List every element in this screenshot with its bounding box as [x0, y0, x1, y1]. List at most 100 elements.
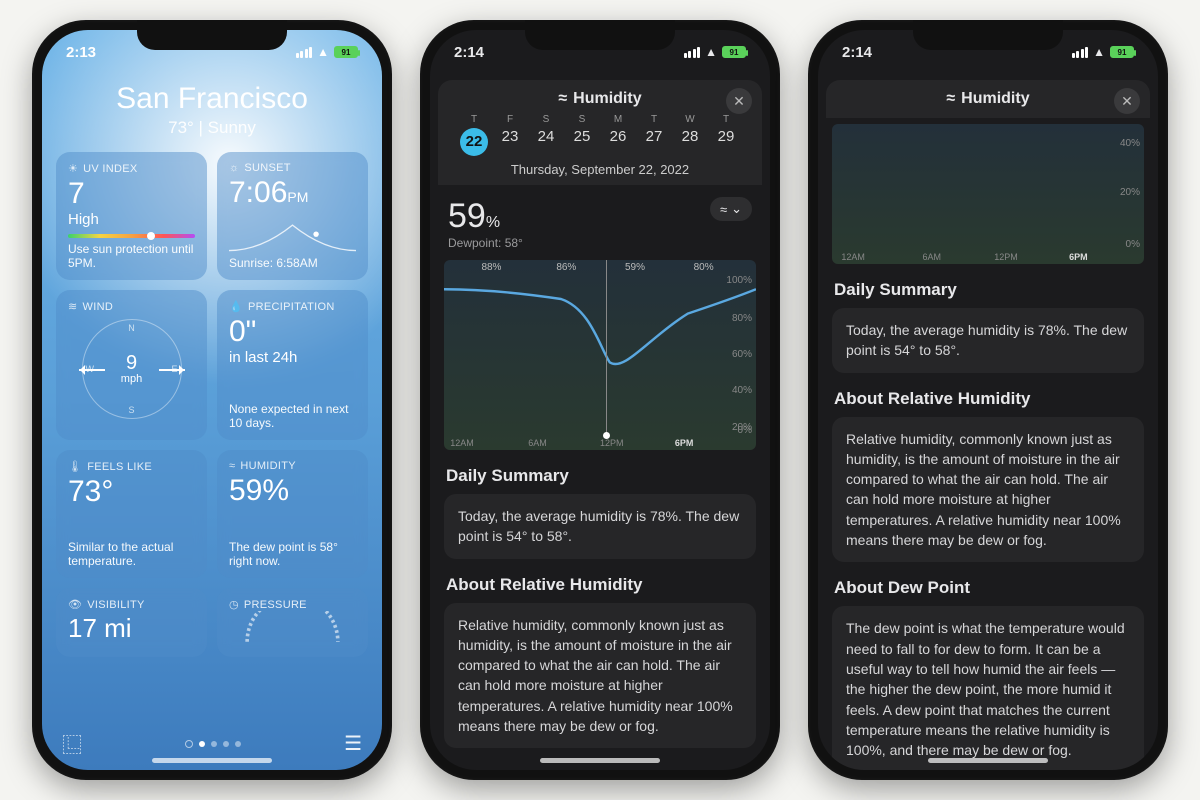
tile-header: UV INDEX — [83, 163, 137, 175]
tile-footer: Sunrise: 6:58AM — [229, 256, 356, 270]
home-indicator[interactable] — [928, 758, 1048, 763]
tile-footer: Similar to the actual temperature. — [68, 540, 195, 568]
page-dots[interactable] — [185, 740, 241, 748]
close-button[interactable]: ✕ — [726, 88, 752, 114]
tile-header: PRESSURE — [244, 599, 307, 611]
metric-picker[interactable]: ≈⌄ — [710, 197, 752, 221]
tile-header: SUNSET — [244, 162, 290, 174]
cellular-icon — [296, 47, 313, 58]
chevron-down-icon: ⌄ — [731, 201, 742, 217]
tile-header: PRECIPITATION — [248, 301, 335, 313]
droplet-icon: 💧 — [229, 300, 243, 313]
humidity-chart[interactable]: 88% 86% 59% 80% 100%80%60%40%20%0% 12AM6… — [444, 260, 756, 450]
day-selector[interactable]: T22F23S24S25M26T27W28T29 — [450, 108, 750, 156]
battery-icon: 91 — [722, 46, 746, 58]
about-humidity-card: Relative humidity, commonly known just a… — [832, 417, 1144, 563]
wifi-icon: ▲ — [317, 45, 329, 59]
tile-footer: The dew point is 58° right now. — [229, 540, 356, 568]
thermometer-icon: 🌡 — [68, 460, 82, 473]
tile-header: HUMIDITY — [240, 460, 296, 472]
tile-header: VISIBILITY — [87, 599, 144, 611]
tile-header: FEELS LIKE — [87, 461, 152, 473]
sheet-title: Humidity — [573, 90, 641, 108]
humidity-icon: ≈ — [229, 460, 235, 472]
map-icon[interactable]: ⿺ — [62, 729, 82, 758]
notch — [525, 20, 675, 50]
day-25[interactable]: S25 — [564, 114, 600, 156]
section-about-humidity: About Relative Humidity — [446, 575, 754, 595]
status-time: 2:14 — [842, 44, 872, 61]
tile-sub: High — [68, 211, 195, 228]
phone-humidity-detail: 2:14 ▲ 91 ≈ Humidity ✕ T22F23S24S25M26T27… — [420, 20, 780, 780]
status-time: 2:14 — [454, 44, 484, 61]
tile-feels-like[interactable]: 🌡 FEELS LIKE 73° Similar to the actual te… — [56, 450, 207, 578]
eye-icon: 👁 — [68, 598, 82, 611]
notch — [913, 20, 1063, 50]
tile-value: 73° — [68, 475, 195, 509]
tile-humidity[interactable]: ≈HUMIDITY 59% The dew point is 58° right… — [217, 450, 368, 578]
cellular-icon — [684, 47, 701, 58]
wind-icon: ≋ — [68, 300, 78, 313]
sun-icon: ☀︎ — [68, 162, 78, 175]
humidity-icon: ≈ — [720, 202, 727, 217]
tile-sunset[interactable]: ☼SUNSET 7:06PM Sunrise: 6:58AM — [217, 152, 368, 280]
phone-humidity-scrolled: 2:14 ▲ 91 ≈ Humidity ✕ 40%20%0% 12AM6AM12… — [808, 20, 1168, 780]
phone-weather-main: 2:13 ▲ 91 San Francisco 73° | Sunny ☀︎UV… — [32, 20, 392, 780]
sheet-header: ≈ Humidity ✕ T22F23S24S25M26T27W28T29 Thu… — [438, 80, 762, 185]
humidity-sheet-scrolled: 2:14 ▲ 91 ≈ Humidity ✕ 40%20%0% 12AM6AM12… — [818, 30, 1158, 770]
section-about-dewpoint: About Dew Point — [834, 578, 1142, 598]
humidity-sheet: 2:14 ▲ 91 ≈ Humidity ✕ T22F23S24S25M26T27… — [430, 30, 770, 770]
sheet-title: Humidity — [961, 90, 1029, 108]
day-26[interactable]: M26 — [600, 114, 636, 156]
tile-visibility[interactable]: 👁 VISIBILITY 17 mi — [56, 588, 207, 657]
day-22[interactable]: T22 — [456, 114, 492, 156]
section-daily-summary: Daily Summary — [834, 280, 1142, 300]
home-indicator[interactable] — [152, 758, 272, 763]
weather-screen: 2:13 ▲ 91 San Francisco 73° | Sunny ☀︎UV… — [42, 30, 382, 770]
uv-gradient-bar — [68, 234, 195, 238]
home-indicator[interactable] — [540, 758, 660, 763]
notch — [137, 20, 287, 50]
date-full: Thursday, September 22, 2022 — [450, 162, 750, 177]
tile-wind[interactable]: ≋WIND NSEW 9 mph — [56, 290, 207, 440]
tile-value: 7 — [68, 177, 195, 211]
cellular-icon — [1072, 47, 1089, 58]
wifi-icon: ▲ — [705, 45, 717, 59]
battery-icon: 91 — [334, 46, 358, 58]
tile-precipitation[interactable]: 💧PRECIPITATION 0" in last 24h None expec… — [217, 290, 368, 440]
humidity-icon: ≈ — [946, 90, 955, 108]
tile-uv-index[interactable]: ☀︎UV INDEX 7 High Use sun protection unt… — [56, 152, 207, 280]
close-button[interactable]: ✕ — [1114, 88, 1140, 114]
wind-speed: 9 — [126, 353, 137, 373]
current-unit: % — [486, 214, 500, 231]
humidity-mini-chart[interactable]: 40%20%0% 12AM6AM12PM6PM — [832, 124, 1144, 264]
day-29[interactable]: T29 — [708, 114, 744, 156]
day-28[interactable]: W28 — [672, 114, 708, 156]
day-27[interactable]: T27 — [636, 114, 672, 156]
wifi-icon: ▲ — [1093, 45, 1105, 59]
about-humidity-card: Relative humidity, commonly known just a… — [444, 603, 756, 749]
location-name: San Francisco — [42, 82, 382, 116]
battery-icon: 91 — [1110, 46, 1134, 58]
about-dewpoint-card: The dew point is what the temperature wo… — [832, 606, 1144, 770]
wind-unit: mph — [121, 373, 142, 385]
sun-curve — [229, 216, 356, 256]
sunset-icon: ☼ — [229, 162, 239, 174]
now-marker — [606, 260, 607, 436]
tile-footer: None expected in next 10 days. — [229, 402, 356, 430]
day-24[interactable]: S24 — [528, 114, 564, 156]
bottom-bar: ⿺ ☰ — [42, 729, 382, 758]
wind-compass: NSEW 9 mph — [82, 319, 182, 419]
current-humidity: 59 — [448, 197, 486, 235]
day-23[interactable]: F23 — [492, 114, 528, 156]
daily-summary-card: Today, the average humidity is 78%. The … — [832, 308, 1144, 373]
tile-sub: in last 24h — [229, 349, 356, 366]
tile-pressure[interactable]: ◷PRESSURE — [217, 588, 368, 657]
humidity-icon: ≈ — [558, 90, 567, 108]
section-daily-summary: Daily Summary — [446, 466, 754, 486]
tile-value: 17 mi — [68, 613, 195, 644]
weather-summary: 73° | Sunny — [42, 118, 382, 138]
tile-value: 7:06 — [229, 176, 287, 209]
list-icon[interactable]: ☰ — [344, 731, 362, 756]
sheet-header: ≈ Humidity ✕ — [826, 80, 1150, 118]
